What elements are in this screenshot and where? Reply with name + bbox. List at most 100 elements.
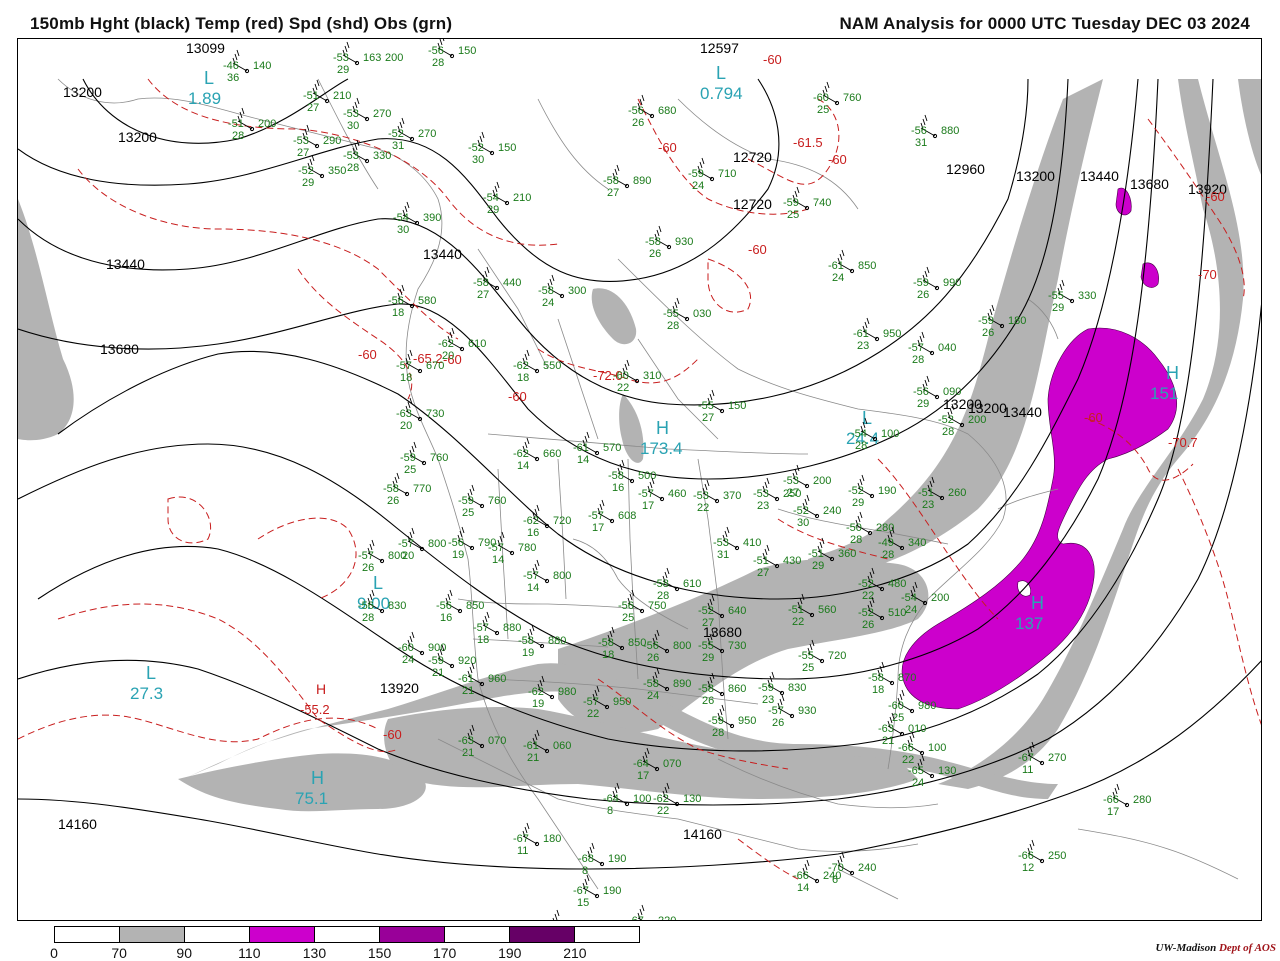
obs-height: 560 [818,604,836,616]
obs-dewpoint: 18 [602,649,614,661]
temperature-label: -60 [383,727,402,742]
station-obs: -5925 740 [783,186,831,221]
obs-temperature: -51 [228,118,244,130]
obs-dewpoint: 29 [852,497,864,509]
station-obs: -5826 930 [645,225,693,260]
height-label: 12720 [733,196,772,212]
obs-temperature: -56 [911,125,927,137]
obs-dewpoint: 11 [1022,764,1033,776]
obs-temperature: -56 [618,600,634,612]
obs-height: 250 [1048,850,1066,862]
obs-dewpoint: 26 [387,495,399,507]
obs-dewpoint: 21 [527,752,539,764]
station-obs: -5827 440 [473,266,521,301]
obs-temperature: -62 [513,360,529,372]
obs-temperature: -58 [603,175,619,187]
obs-dewpoint: 12 [1022,862,1034,874]
station-obs: -5826 770 [383,472,431,507]
obs-height: 870 [898,672,916,684]
obs-temperature: -58 [653,578,669,590]
obs-height: 800 [428,538,446,550]
obs-height: 640 [728,605,746,617]
height-label: 13200 [943,396,982,412]
obs-dewpoint: 21 [432,667,444,679]
obs-dewpoint: 6 [832,874,838,886]
obs-temperature: -67 [628,915,644,921]
station-obs: -5924 710 [688,157,736,192]
obs-height: 980 [558,686,576,698]
obs-dewpoint: 18 [477,634,489,646]
obs-height: 280 [876,522,894,534]
height-label: 13920 [380,680,419,696]
obs-temperature: -56 [436,600,452,612]
obs-temperature: -61 [828,260,844,272]
obs-height: 180 [543,833,561,845]
obs-height: 980 [918,700,936,712]
obs-temperature: -54 [483,192,499,204]
station-obs: -5322 370 [693,479,741,514]
obs-dewpoint: 18 [872,684,884,696]
obs-height: 270 [418,128,436,140]
obs-temperature: -63 [396,408,412,420]
obs-height: 130 [683,793,701,805]
obs-height: 890 [673,678,691,690]
obs-temperature: -52 [298,165,314,177]
obs-dewpoint: 25 [802,662,814,674]
weather-map: 13099 125971320013200127201272012960 13200… [18,39,1261,921]
obs-dewpoint: 14 [797,882,809,894]
obs-height: 930 [675,236,693,248]
station-obs: -5828 610 [653,567,701,602]
obs-temperature: -56 [448,537,464,549]
height-label: 12960 [946,161,985,177]
obs-temperature: -58 [643,678,659,690]
obs-height: 200 [258,118,276,130]
obs-temperature: -53 [753,488,769,500]
station-obs: -6617 280 [1103,783,1151,818]
legend-label: 210 [563,945,587,961]
obs-height: 480 [888,578,906,590]
temperature-label: -60 [1084,410,1103,425]
temperature-label: -60 [658,140,677,155]
obs-dewpoint: 8 [607,805,613,817]
obs-height: 100 [928,742,946,754]
obs-temperature: -53 [713,537,729,549]
obs-height: 200 [813,475,831,487]
obs-height: 350 [328,165,346,177]
obs-temperature: -59 [428,655,444,667]
obs-dewpoint: 28 [942,426,954,438]
obs-dewpoint: 29 [917,398,929,410]
station-obs: -6715 190 [573,874,621,909]
obs-dewpoint: 27 [297,147,309,159]
obs-temperature: -52 [468,142,484,154]
obs-height: 340 [908,537,926,549]
obs-temperature: -59 [400,452,416,464]
obs-temperature: -61 [853,328,869,340]
obs-dewpoint: 26 [862,619,874,631]
obs-dewpoint: 28 [232,130,244,142]
station-obs: -6025 760 [813,81,861,116]
obs-dewpoint: 15 [577,897,589,909]
obs-height: 150 [728,400,746,412]
obs-dewpoint: 24 [692,180,704,192]
obs-temperature: -58 [608,470,624,482]
height-label: 14160 [683,826,722,842]
extrema-value: -55.2 [300,702,330,717]
obs-temperature: -61 [523,740,539,752]
obs-height: 760 [843,92,861,104]
obs-height: 780 [518,542,536,554]
obs-temperature: -49 [878,537,894,549]
obs-dewpoint: 28 [432,57,444,69]
obs-height: 930 [798,705,816,717]
obs-dewpoint: 28 [882,549,894,561]
extrema-symbol: L [373,573,383,593]
obs-dewpoint: 29 [1052,302,1064,314]
extrema-value: 27.3 [130,684,163,703]
obs-dewpoint: 14 [577,454,589,466]
obs-height: 920 [458,655,476,667]
obs-height: 240 [823,505,841,517]
station-obs: -688190 [578,842,626,877]
obs-height: 210 [333,90,351,102]
obs-temperature: -51 [788,604,804,616]
obs-temperature: -58 [518,635,534,647]
obs-dewpoint: 22 [617,382,629,394]
